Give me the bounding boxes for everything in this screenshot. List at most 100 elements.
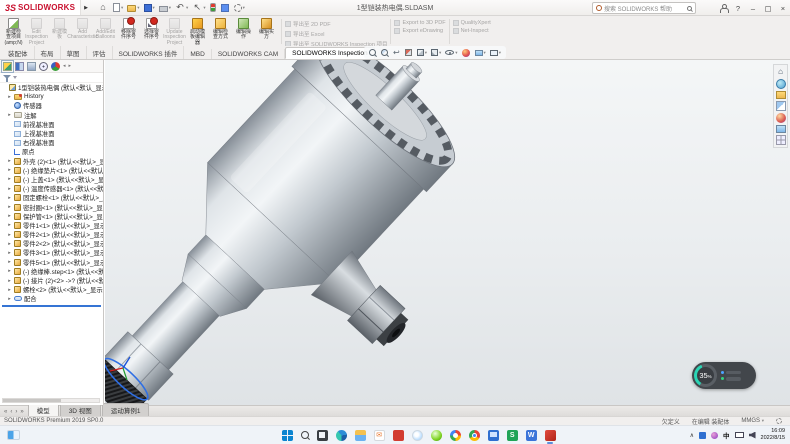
tab-scroll-arrow-icon[interactable]: › xyxy=(15,409,17,415)
help-button[interactable]: ? xyxy=(734,4,742,13)
ribbon-tab[interactable]: MBD xyxy=(184,49,211,59)
widget-button-top[interactable] xyxy=(721,371,741,375)
expand-arrow-icon[interactable]: ▸ xyxy=(7,296,12,302)
update-inspection-project-button[interactable]: Update Inspection Project xyxy=(163,17,186,46)
filter-icon[interactable] xyxy=(3,74,11,82)
menu-expand-arrow[interactable]: ▶ xyxy=(84,5,88,11)
expand-arrow-icon[interactable]: ▸ xyxy=(7,176,12,182)
widget-button-bottom[interactable] xyxy=(721,377,741,381)
minimize-button[interactable]: – xyxy=(749,4,757,13)
ribbon-tab[interactable]: 装配体 xyxy=(2,46,35,59)
task-pane-home-icon[interactable]: ⌂ xyxy=(776,67,786,77)
tree-item[interactable]: 1型铠装热电偶 (默认<默认_显示状态-1 xyxy=(0,83,103,92)
ribbon-tab[interactable]: SOLIDWORKS Inspection xyxy=(285,47,375,59)
tree-item[interactable]: 右视基准面 xyxy=(0,138,103,147)
tree-item[interactable]: ▸ History xyxy=(0,92,103,101)
file-explorer-pane-icon[interactable] xyxy=(776,91,786,99)
tree-item[interactable]: ▸ 注解 xyxy=(0,111,103,120)
edge-browser-icon[interactable] xyxy=(336,430,347,441)
tree-item[interactable]: 传感器 xyxy=(0,101,103,110)
blue-w-app-icon[interactable]: W xyxy=(526,430,537,441)
login-person-icon[interactable] xyxy=(720,4,727,13)
propertymanager-tab[interactable] xyxy=(15,62,24,71)
solidworks-logo[interactable]: 3S SOLIDWORKS xyxy=(0,0,81,15)
expand-arrow-icon[interactable]: ▸ xyxy=(7,158,12,164)
export-menu-item[interactable]: 导出至 Excel xyxy=(285,30,387,38)
tree-item[interactable]: ▸ (-) 绝缘棒.step<1> (默认<<默认> xyxy=(0,267,103,276)
zoom-percentage-widget[interactable]: 35% xyxy=(692,362,756,389)
task-view-button[interactable] xyxy=(317,430,328,441)
open-icon[interactable]: ▾ xyxy=(127,3,139,12)
tree-item[interactable]: ▸ 零件1<1> (默认<<默认>_显示状态 xyxy=(0,221,103,230)
rebuild-icon[interactable] xyxy=(210,3,217,12)
expand-arrow-icon[interactable]: ▸ xyxy=(7,268,12,274)
home-icon[interactable]: ⌂ xyxy=(98,3,109,13)
tree-item[interactable]: ▸ 保护管<1> (默认<<默认>_显示状 xyxy=(0,212,103,221)
tree-item[interactable]: ▸ 外壳 (2)<1> (默认<<默认>_显示状 xyxy=(0,157,103,166)
edit-operation-button[interactable]: 编辑操 作 xyxy=(232,17,255,46)
tray-app-icon-1[interactable] xyxy=(699,432,706,439)
export-menu-item[interactable]: 导出至 2D PDF xyxy=(285,20,387,28)
edit-inspection-project-button[interactable]: Edit Inspection Project xyxy=(25,17,48,46)
tab-scroll-arrow-icon[interactable]: ‹ xyxy=(10,409,12,415)
tree-item[interactable]: ▸ 零件2<1> (默认<<默认>_显示状态 xyxy=(0,230,103,239)
solidworks-app-icon[interactable] xyxy=(545,430,556,441)
expand-arrow-icon[interactable]: ▸ xyxy=(7,186,12,192)
blue-monitor-app-icon[interactable] xyxy=(488,430,499,441)
view-palette-icon[interactable] xyxy=(776,101,786,111)
zoom-fit-icon[interactable] xyxy=(369,49,377,56)
tab-scroll-arrow-icon[interactable]: « xyxy=(4,409,7,415)
panel-tab-scroll-right[interactable]: ▸ xyxy=(69,62,72,71)
ribbon-tab[interactable]: 评估 xyxy=(87,46,113,59)
edit-inspection-method-button[interactable]: 编辑检 查方式 xyxy=(209,17,232,46)
tree-item[interactable]: ▸ 固定螺栓<1> (默认<<默认>_显示 xyxy=(0,193,103,202)
add-edit-balloons-button[interactable]: Add/Edit Balloons xyxy=(94,17,117,46)
tree-horizontal-scrollbar[interactable] xyxy=(2,398,100,403)
tray-volume-icon[interactable] xyxy=(749,432,756,439)
expand-arrow-icon[interactable]: ▸ xyxy=(7,250,12,256)
tray-monitor-icon[interactable] xyxy=(735,432,744,438)
tree-item[interactable]: ▸ 零件5<1> (默认<<默认>_显示状态 xyxy=(0,258,103,267)
tree-item[interactable]: ▸ 配合 xyxy=(0,294,103,303)
expand-arrow-icon[interactable]: ▸ xyxy=(7,195,12,201)
ribbon-tab[interactable]: 布局 xyxy=(35,46,61,59)
tray-app-icon-2[interactable] xyxy=(711,432,718,439)
start-button[interactable] xyxy=(282,430,293,441)
remove-balloons-button[interactable]: 移除零 件序号 xyxy=(117,17,140,46)
design-library-icon[interactable] xyxy=(776,79,786,89)
launch-template-editor-button[interactable]: 启动模 板编辑 器 xyxy=(186,17,209,46)
new-document-icon[interactable]: ▾ xyxy=(113,3,123,12)
tray-chevron-icon[interactable]: ∧ xyxy=(690,432,694,439)
tree-item[interactable]: ▸ (-) 绝缘垫片<1> (默认<<默认>_显 xyxy=(0,166,103,175)
display-style-icon[interactable]: ▾ xyxy=(431,49,441,56)
featuremanager-tab[interactable] xyxy=(3,62,12,71)
file-explorer-icon[interactable] xyxy=(355,430,366,441)
tree-item[interactable]: ▸ (-) 温度传感器<1> (默认<<默认>_ xyxy=(0,184,103,193)
hide-show-items-icon[interactable]: ▾ xyxy=(445,50,457,56)
status-options-gear-icon[interactable] xyxy=(776,418,782,424)
view-orientation-icon[interactable]: ▾ xyxy=(417,49,427,56)
ribbon-tab[interactable]: SOLIDWORKS CAM xyxy=(212,49,285,59)
expand-arrow-icon[interactable]: ▸ xyxy=(7,167,12,173)
ribbon-tab[interactable]: 草图 xyxy=(61,46,87,59)
previous-view-icon[interactable]: ↩ xyxy=(393,49,401,57)
zoom-area-icon[interactable] xyxy=(381,49,389,56)
colorful-browser-icon[interactable] xyxy=(450,430,461,441)
panel-tab-scroll-left[interactable]: ◂ xyxy=(63,62,66,71)
scrollbar-thumb[interactable] xyxy=(3,399,61,402)
export-menu-item[interactable]: Net-Inspect xyxy=(453,28,491,34)
expand-arrow-icon[interactable]: ▸ xyxy=(7,213,12,219)
mail-icon[interactable]: ✉ xyxy=(374,430,385,441)
tree-item[interactable]: 上视基准面 xyxy=(0,129,103,138)
close-button[interactable]: × xyxy=(779,4,787,13)
widgets-icon[interactable] xyxy=(7,430,20,440)
green-browser-icon[interactable] xyxy=(431,430,442,441)
tree-item[interactable]: 前视基准面 xyxy=(0,120,103,129)
green-s-app-icon[interactable]: S xyxy=(507,430,518,441)
graphics-area[interactable]: 35% xyxy=(105,60,790,405)
filter-caret-icon[interactable] xyxy=(13,76,17,79)
dimxpertmanager-tab[interactable] xyxy=(39,62,48,71)
red-app-icon[interactable] xyxy=(393,430,404,441)
add-characteristic-button[interactable]: Add Characteristic xyxy=(71,17,94,46)
export-menu-item[interactable]: Export eDrawing xyxy=(394,28,445,34)
